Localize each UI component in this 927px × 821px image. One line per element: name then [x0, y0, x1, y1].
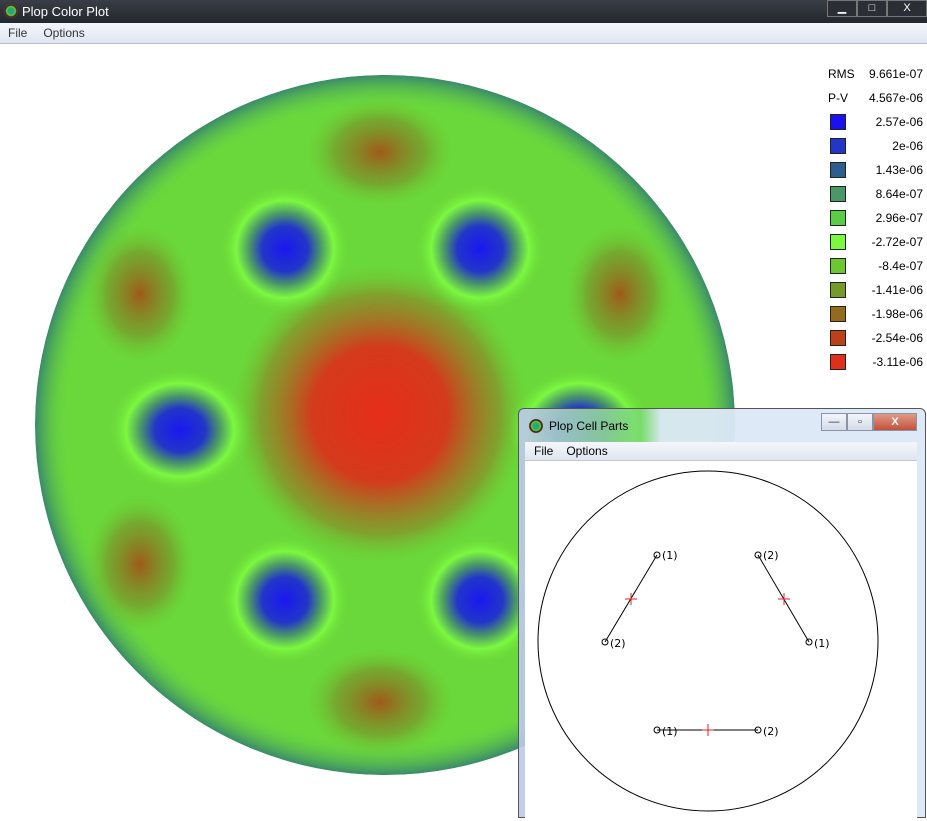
legend-swatch: [830, 258, 846, 274]
legend-item: -8.4e-07: [828, 254, 923, 278]
legend-swatch: [830, 210, 846, 226]
legend-swatch: [830, 162, 846, 178]
legend-value: -1.98e-06: [871, 307, 923, 321]
rms-value: 9.661e-07: [868, 67, 923, 81]
center-crosses: [625, 593, 790, 736]
legend-item: -3.11e-06: [828, 350, 923, 374]
legend-value: 2.57e-06: [875, 115, 923, 129]
cell-close-button[interactable]: X: [873, 413, 917, 431]
legend-value: -8.4e-07: [878, 259, 923, 273]
cell-menu-bar: File Options: [525, 442, 917, 461]
legend-item: 1.43e-06: [828, 158, 923, 182]
main-title-bar: Plop Color Plot ▁ □ X: [0, 0, 927, 23]
legend-swatch: [830, 234, 846, 250]
close-button[interactable]: X: [887, 0, 927, 17]
legend-value: -1.41e-06: [871, 283, 923, 297]
cell-minimize-button[interactable]: —: [821, 413, 847, 431]
label-bottom-1: (1): [662, 725, 678, 738]
window-title: Plop Color Plot: [22, 4, 109, 19]
legend-swatch: [830, 282, 846, 298]
legend-value: -2.54e-06: [871, 331, 923, 345]
legend-swatch: [830, 138, 846, 154]
maximize-button[interactable]: □: [857, 0, 887, 17]
menu-options[interactable]: Options: [43, 26, 84, 40]
label-right-2: (2): [763, 549, 779, 562]
legend-value: 2.96e-07: [875, 211, 923, 225]
cell-parts-canvas: (1) (2) (2) (1) (1) (2): [525, 461, 917, 821]
legend-value: -3.11e-06: [872, 355, 923, 369]
pv-label: P-V: [828, 91, 849, 105]
cell-window-title: Plop Cell Parts: [549, 419, 629, 433]
legend-swatch: [830, 306, 846, 322]
legend-item: -1.98e-06: [828, 302, 923, 326]
legend-value: 1.43e-06: [875, 163, 923, 177]
cell-parts-window: Plop Cell Parts — ▫ X File Options (1) (2…: [518, 408, 926, 821]
color-legend: RMS 9.661e-07 P-V 4.567e-06 2.57e-06 2e-06 1…: [828, 62, 923, 374]
app-icon: [4, 4, 18, 18]
legend-item: -2.72e-07: [828, 230, 923, 254]
legend-value: -2.72e-07: [871, 235, 923, 249]
legend-swatch: [830, 186, 846, 202]
label-right-1: (1): [814, 637, 830, 650]
rms-label: RMS: [828, 67, 855, 81]
pv-value: 4.567e-06: [868, 91, 923, 105]
cross-marker: [702, 724, 714, 736]
cell-menu-file[interactable]: File: [534, 444, 553, 458]
menu-file[interactable]: File: [8, 26, 27, 40]
label-left-1: (1): [662, 549, 678, 562]
legend-value: 8.64e-07: [875, 187, 923, 201]
legend-item: -1.41e-06: [828, 278, 923, 302]
minimize-button[interactable]: ▁: [827, 0, 857, 17]
legend-item: 2.96e-07: [828, 206, 923, 230]
legend-value: 2e-06: [892, 139, 923, 153]
label-left-2: (2): [610, 637, 626, 650]
legend-item: -2.54e-06: [828, 326, 923, 350]
legend-swatch: [830, 330, 846, 346]
menu-bar: File Options: [0, 23, 927, 44]
app-icon: [529, 419, 543, 433]
legend-swatch: [830, 114, 846, 130]
cross-marker: [778, 593, 790, 605]
cell-maximize-button[interactable]: ▫: [847, 413, 873, 431]
cross-marker: [625, 593, 637, 605]
legend-item: 8.64e-07: [828, 182, 923, 206]
cell-menu-options[interactable]: Options: [566, 444, 607, 458]
label-bottom-2: (2): [763, 725, 779, 738]
legend-swatch: [830, 354, 846, 370]
legend-item: 2.57e-06: [828, 110, 923, 134]
legend-item: 2e-06: [828, 134, 923, 158]
